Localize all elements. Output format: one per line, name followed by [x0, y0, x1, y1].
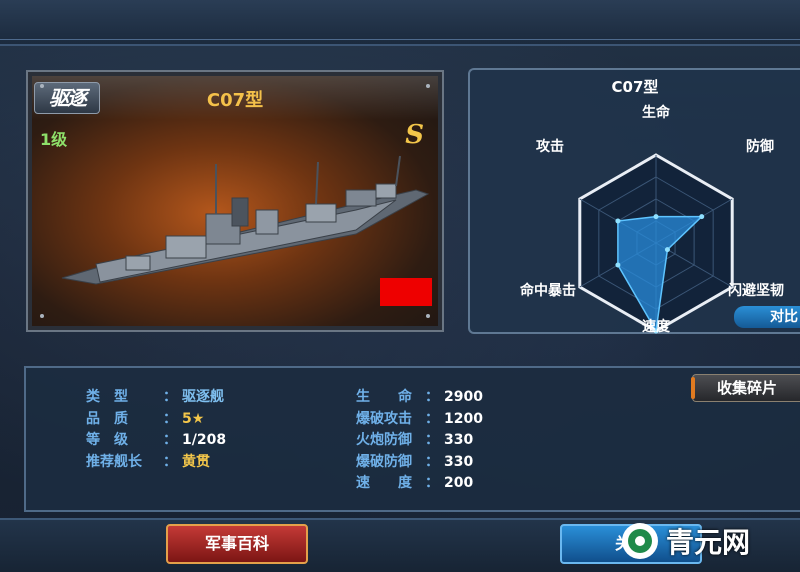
info-value: 1200	[444, 410, 483, 427]
radar-axis-label: 防御	[746, 139, 774, 155]
info-right-row: 生 命： 2900	[356, 386, 483, 406]
info-value: 黄贯	[182, 453, 210, 470]
info-value: 330	[444, 432, 474, 448]
radar-axis-label: 闪避坚韧	[728, 283, 784, 299]
info-label: 速 度	[356, 475, 412, 491]
info-value: 1/208	[182, 432, 227, 448]
info-right-row: 火炮防御： 330	[356, 429, 473, 449]
ship-grade: S	[405, 120, 424, 150]
radar-point	[699, 214, 705, 220]
info-label: 生 命	[356, 389, 412, 405]
info-value: 5	[182, 410, 192, 427]
watermark: 青元网	[622, 516, 750, 566]
radar-point	[615, 218, 621, 224]
info-left-row: 等 级： 1/208	[86, 429, 226, 449]
radar-axis-label: 命中暴击	[520, 283, 576, 299]
radar-point	[653, 214, 659, 220]
ship-card: 驱逐 C07型 1级 S	[26, 70, 444, 332]
info-left-row: 类 型：驱逐舰	[86, 386, 224, 406]
radar-point	[664, 247, 670, 253]
info-right-row: 爆破防御： 330	[356, 451, 473, 471]
info-value: 200	[444, 475, 474, 491]
info-value: 驱逐舰	[182, 389, 224, 405]
collect-fragments-button[interactable]: 收集碎片	[691, 374, 800, 402]
military-wiki-button[interactable]: 军事百科	[166, 524, 308, 564]
star-icon: ★	[191, 410, 205, 427]
radar-axis-label: 攻击	[536, 139, 564, 155]
ship-level: 1级	[40, 130, 68, 149]
compare-button[interactable]: 对比	[734, 306, 800, 328]
info-label: 爆破攻击	[356, 410, 412, 427]
stats-radar-panel: C07型 对比 生命 防御 闪避坚韧 速度 命中暴击 攻击	[468, 68, 800, 335]
info-right-row: 爆破攻击： 1200	[356, 408, 483, 428]
red-flag-marker	[380, 278, 432, 306]
info-left-row: 品 质： 5★	[86, 408, 204, 428]
ship-name: C07型	[206, 90, 264, 111]
info-label: 等 级	[86, 432, 128, 448]
radar-point	[615, 262, 621, 268]
info-right-row: 速 度： 200	[356, 472, 473, 492]
info-label: 推荐舰长	[86, 453, 142, 470]
watermark-text: 青元网	[666, 526, 751, 559]
info-label: 类 型	[86, 389, 128, 405]
info-value: 2900	[444, 389, 483, 405]
top-bar	[0, 0, 800, 46]
info-left-row: 推荐舰长：黄贯	[86, 451, 210, 471]
info-value: 330	[444, 453, 474, 470]
info-label: 火炮防御	[356, 432, 412, 448]
radar-axis-label: 生命	[642, 105, 670, 121]
ship-image	[61, 155, 430, 285]
watermark-logo-icon	[622, 523, 658, 559]
radar-axis-label: 速度	[642, 319, 670, 335]
info-label: 爆破防御	[356, 453, 412, 470]
info-label: 品 质	[86, 410, 128, 427]
